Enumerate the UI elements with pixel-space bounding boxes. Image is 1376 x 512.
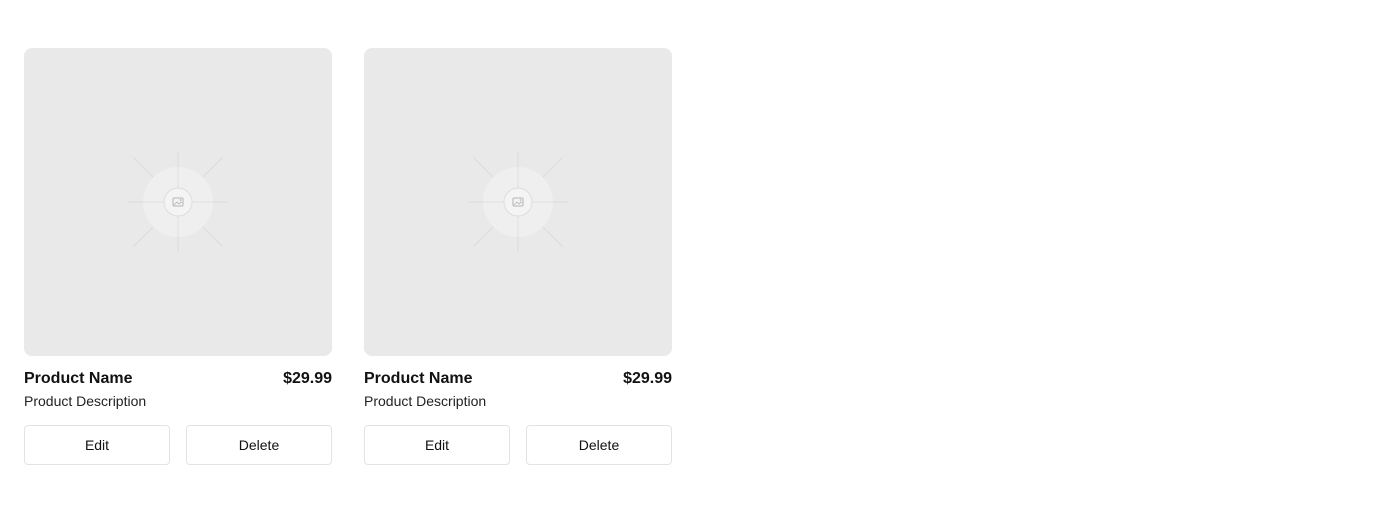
product-name: Product Name	[364, 370, 473, 387]
image-placeholder-icon	[468, 152, 568, 252]
product-actions: Edit Delete	[24, 425, 332, 465]
product-title-row: Product Name $29.99	[24, 369, 332, 389]
product-price: $29.99	[623, 370, 672, 387]
product-card: Product Name $29.99 Product Description …	[24, 48, 332, 465]
product-card: Product Name $29.99 Product Description …	[364, 48, 672, 465]
edit-button[interactable]: Edit	[24, 425, 170, 465]
edit-button[interactable]: Edit	[364, 425, 510, 465]
product-description: Product Description	[364, 393, 487, 409]
image-placeholder-icon	[128, 152, 228, 252]
product-info: Product Name $29.99 Product Description	[364, 369, 672, 410]
product-image	[24, 48, 332, 356]
delete-button[interactable]: Delete	[526, 425, 672, 465]
delete-button[interactable]: Delete	[186, 425, 332, 465]
product-info: Product Name $29.99 Product Description	[24, 369, 332, 410]
product-title-row: Product Name $29.99	[364, 369, 672, 389]
product-grid: Product Name $29.99 Product Description …	[24, 48, 672, 465]
product-image	[364, 48, 672, 356]
product-description: Product Description	[24, 393, 147, 409]
product-price: $29.99	[283, 370, 332, 387]
product-name: Product Name	[24, 370, 133, 387]
product-actions: Edit Delete	[364, 425, 672, 465]
